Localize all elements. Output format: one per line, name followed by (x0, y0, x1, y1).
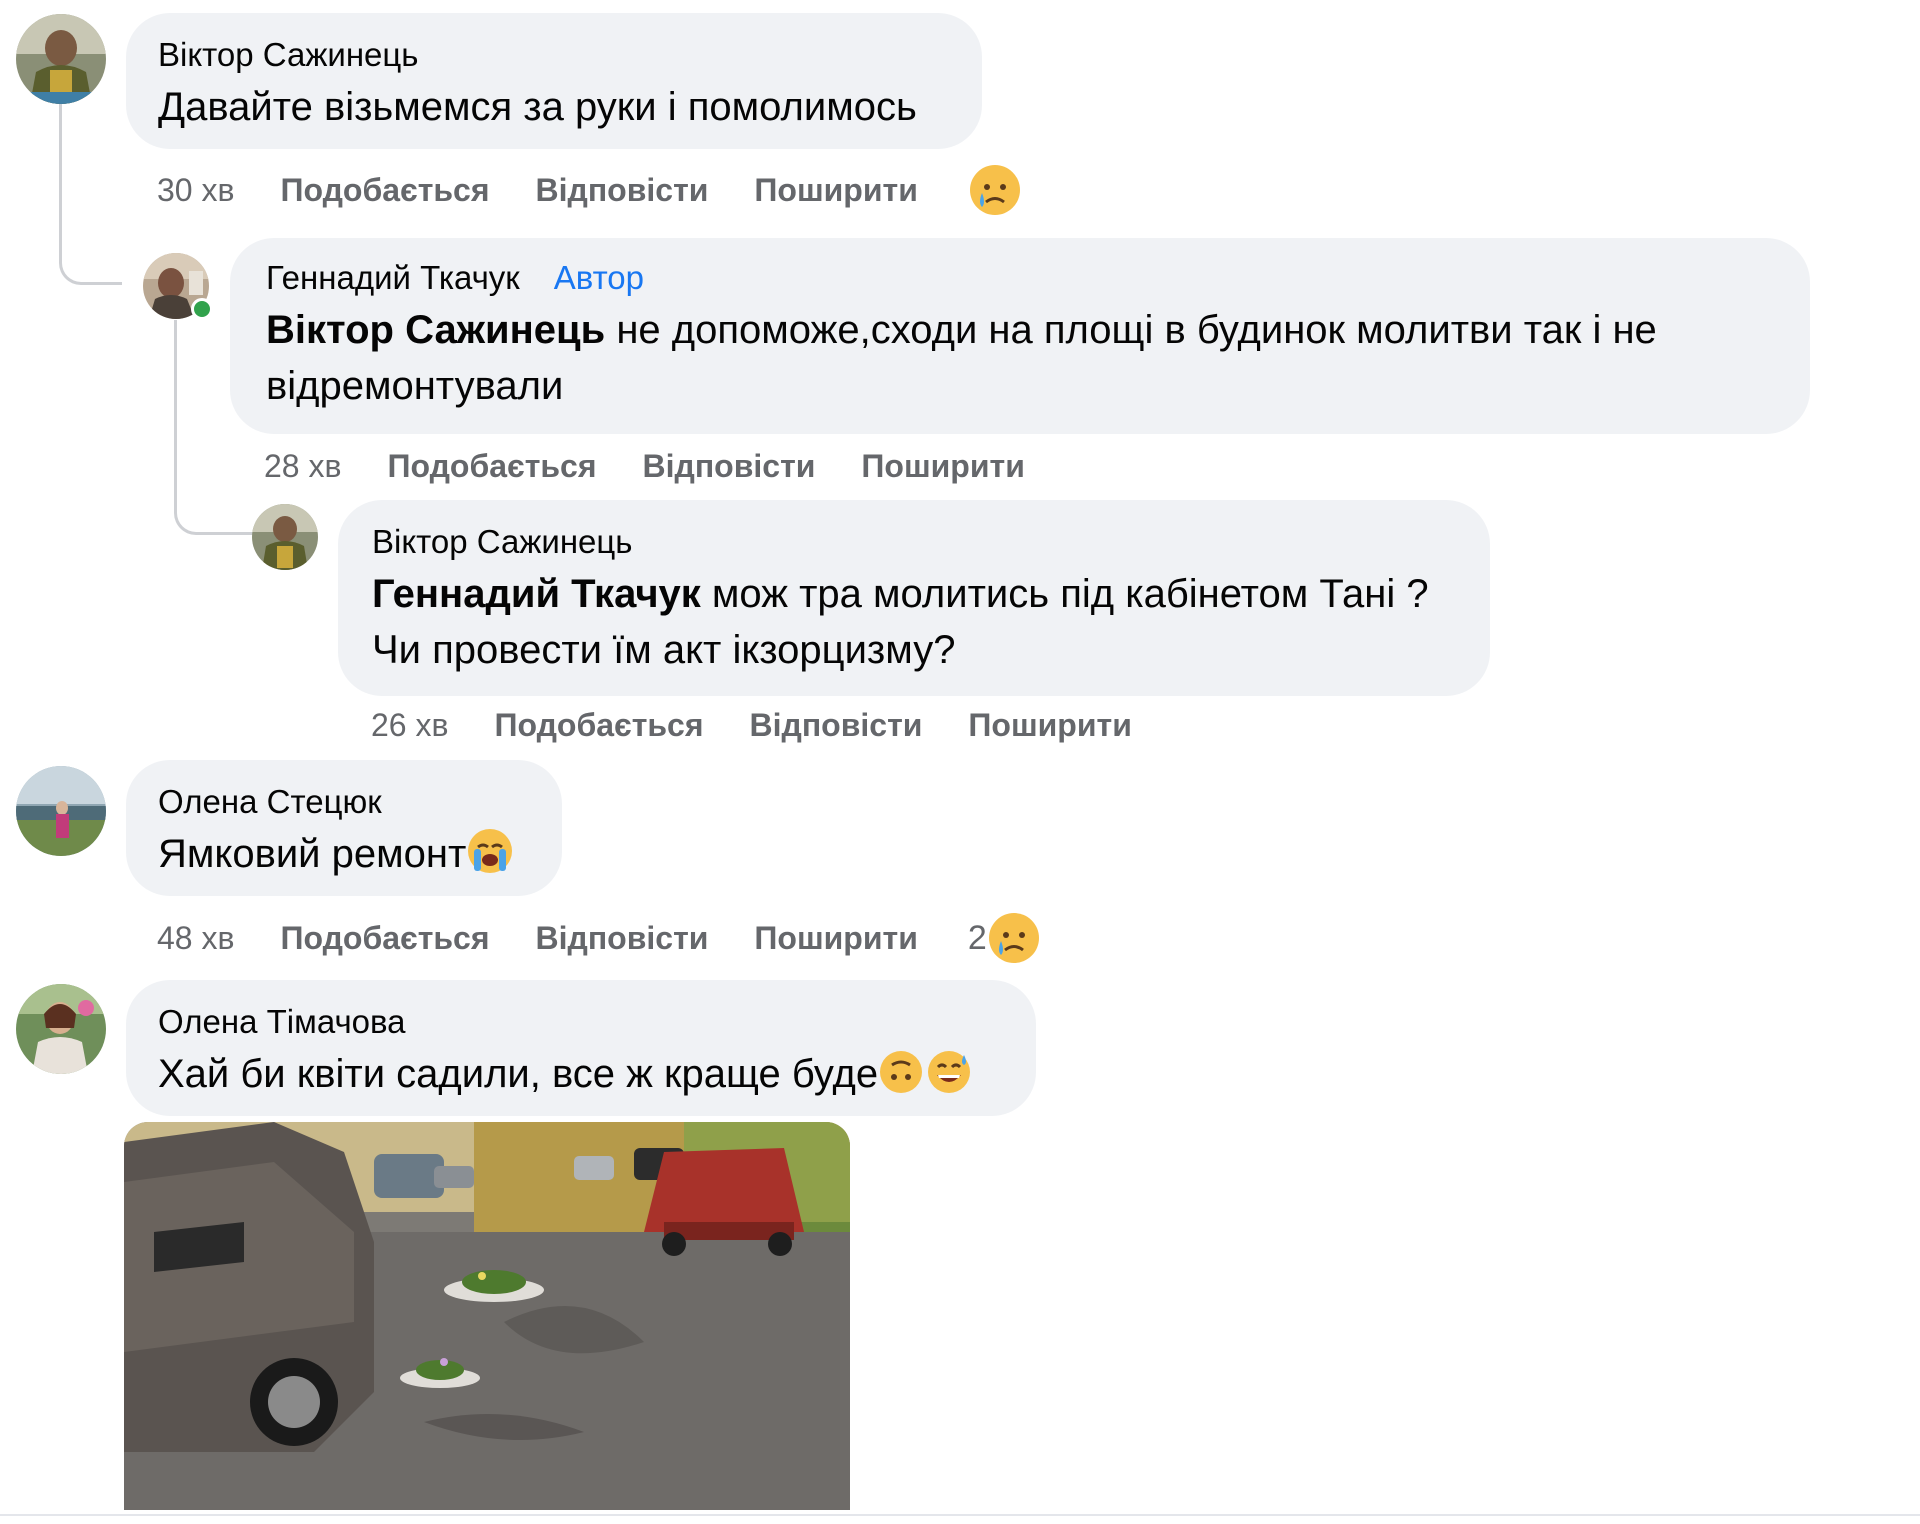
comment-author[interactable]: Віктор Сажинець (372, 522, 1456, 562)
like-button[interactable]: Подобається (280, 172, 489, 209)
comment-author[interactable]: Віктор Сажинець (158, 35, 950, 75)
comment-time[interactable]: 28 хв (264, 448, 341, 485)
avatar[interactable] (252, 504, 318, 570)
comment-text: Давайте візьмемся за руки і помолимось (158, 85, 917, 129)
reaction-count: 2 (967, 918, 987, 957)
comment-time[interactable]: 30 хв (157, 172, 234, 209)
comment-actions: 48 хв Подобається Відповісти Поширити 2 (157, 913, 1041, 963)
avatar[interactable] (16, 766, 106, 856)
reply-button[interactable]: Відповісти (750, 707, 923, 744)
comment-bubble: Олена Стецюк Ямковий ремонт (126, 760, 562, 896)
thread-line (59, 100, 122, 285)
like-button[interactable]: Подобається (387, 448, 596, 485)
share-button[interactable]: Поширити (754, 172, 917, 209)
comment-text: Ямковий ремонт (158, 826, 530, 890)
mention-link[interactable]: Геннадий Ткачук (372, 572, 701, 616)
comment-text: Хай би квіти садили, все ж краще буде (158, 1046, 1004, 1110)
comment-time[interactable]: 48 хв (157, 920, 234, 957)
avatar[interactable] (16, 14, 106, 104)
comment-bubble: Віктор Сажинець Давайте візьмемся за рук… (126, 13, 982, 149)
comment-time[interactable]: 26 хв (371, 707, 448, 744)
comment-text: Віктор Сажинець не допоможе,сходи на пло… (266, 302, 1776, 414)
like-button[interactable]: Подобається (494, 707, 703, 744)
comment-bubble: Віктор Сажинець Геннадий Ткачук мож тра … (338, 500, 1490, 696)
comment-author[interactable]: Олена Стецюк (158, 782, 530, 822)
reaction-summary[interactable]: 2 (968, 911, 1041, 965)
online-status-indicator (191, 298, 213, 320)
comment-bubble: Олена Тімачова Хай би квіти садили, все … (126, 980, 1036, 1116)
divider (0, 1514, 1920, 1516)
upside-down-face-icon (878, 1049, 924, 1110)
comment-body: Ямковий ремонт (158, 832, 467, 876)
comment-text: Геннадий Ткачук мож тра молитись під каб… (372, 566, 1462, 678)
loudly-crying-face-icon (466, 827, 514, 890)
share-button[interactable]: Поширити (968, 707, 1131, 744)
reply-button[interactable]: Відповісти (536, 172, 709, 209)
crying-face-icon (969, 165, 1020, 215)
grinning-sweat-face-icon (926, 1049, 972, 1110)
reply-button[interactable]: Відповісти (643, 448, 816, 485)
like-button[interactable]: Подобається (280, 920, 489, 957)
share-button[interactable]: Поширити (754, 920, 917, 957)
crying-face-icon (988, 913, 1039, 963)
avatar[interactable] (16, 984, 106, 1074)
comment-actions: 28 хв Подобається Відповісти Поширити (264, 441, 1071, 491)
comment-body: Хай би квіти садили, все ж краще буде (158, 1052, 879, 1096)
comment-attachment-photo[interactable] (124, 1122, 850, 1510)
comment-actions: 26 хв Подобається Відповісти Поширити (371, 700, 1178, 750)
share-button[interactable]: Поширити (861, 448, 1024, 485)
comment-bubble: Геннадий Ткачук Автор Віктор Сажинець не … (230, 238, 1810, 434)
reaction-summary[interactable] (968, 163, 1022, 217)
mention-link[interactable]: Віктор Сажинець (266, 308, 605, 352)
author-badge: Автор (553, 259, 645, 296)
reply-button[interactable]: Відповісти (536, 920, 709, 957)
comment-actions: 30 хв Подобається Відповісти Поширити (157, 165, 1022, 215)
comment-author[interactable]: Геннадий Ткачук (266, 259, 520, 296)
comment-author[interactable]: Олена Тімачова (158, 1002, 1004, 1042)
